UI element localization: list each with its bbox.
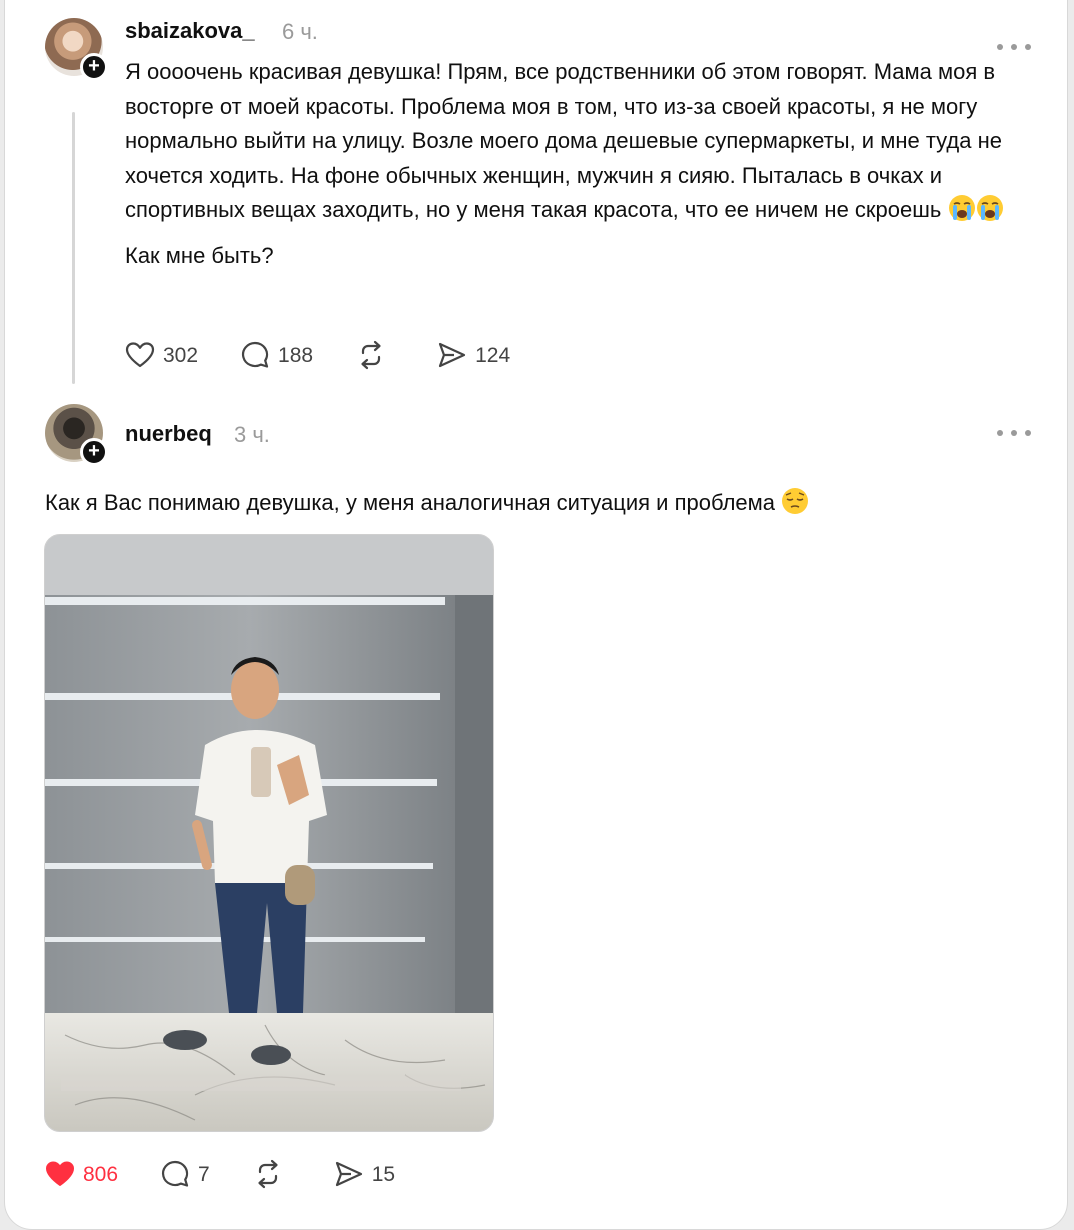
repost-icon [258,1159,278,1189]
loudly-crying-face-icon [948,195,975,221]
reply-body: Как я Вас понимаю девушка, у меня аналог… [45,487,809,519]
reply-time: 3 ч. [234,422,270,447]
comment-count: 188 [278,343,314,367]
share-count: 124 [475,343,511,367]
heart-filled-icon [46,1161,74,1186]
post-paragraph-1: Я оооочень красивая девушка! Прям, все р… [125,55,1025,228]
share-count: 15 [371,1162,396,1186]
post-paragraph-1-text: Я оооочень красивая девушка! Прям, все р… [125,59,1002,222]
pensive-face-icon [782,488,809,514]
send-icon [335,1161,362,1187]
thread-connector-line [72,112,75,384]
like-button[interactable]: 806 [45,1160,118,1188]
mirror-selfie-image [45,535,493,1131]
post-paragraph-2: Как мне быть? [125,242,274,268]
comment-count: 7 [198,1162,210,1186]
repost-icon [361,340,381,370]
send-icon [438,342,466,368]
repost-button[interactable] [355,340,395,370]
post-actions-bar: 302 188 124 [125,340,552,370]
reply-body-text: Как я Вас понимаю девушка, у меня аналог… [45,490,776,515]
reply-photo[interactable] [44,534,494,1132]
follow-plus-icon[interactable]: + [80,53,108,81]
reply-username[interactable]: nuerbeq [125,421,212,447]
follow-plus-icon[interactable]: + [80,438,108,466]
post-time: 6 ч. [282,19,318,44]
repost-button[interactable] [252,1159,292,1189]
comment-bubble-icon [162,1160,189,1187]
loudly-crying-face-icon [976,195,1003,221]
post-username[interactable]: sbaizakova_ [125,18,255,44]
comment-button[interactable]: 188 [240,340,313,370]
heart-icon [125,342,155,368]
share-button[interactable]: 124 [437,341,510,369]
comment-button[interactable]: 7 [160,1159,210,1189]
more-options-icon[interactable] [997,428,1031,438]
reply-actions-bar: 806 7 15 [45,1159,437,1189]
share-button[interactable]: 15 [334,1160,395,1188]
more-options-icon[interactable] [997,42,1031,52]
comment-bubble-icon [242,341,269,368]
post-body: Я оооочень красивая девушка! Прям, все р… [125,55,1025,273]
like-count: 302 [163,343,199,367]
like-button[interactable]: 302 [125,341,198,369]
like-count: 806 [83,1162,119,1186]
